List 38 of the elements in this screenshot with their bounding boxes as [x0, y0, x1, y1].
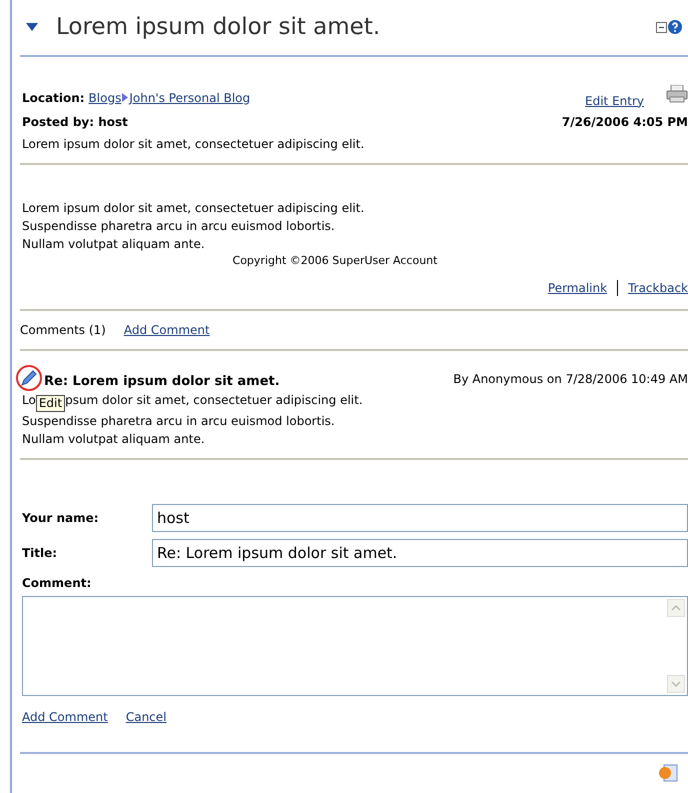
comment-title: Re: Lorem ipsum dolor sit amet. [44, 372, 280, 390]
printer-icon[interactable] [666, 84, 688, 102]
comment-text: psum dolor sit amet, consectetuer adipiscing elit. [65, 392, 363, 409]
text-field[interactable]: host [152, 504, 688, 532]
location-label: Location: [22, 90, 85, 106]
field-label: Your name: [22, 510, 100, 527]
post-text: Nullam volutpat aliquam ante. [22, 236, 206, 252]
trackback-link[interactable]: Trackback [628, 279, 688, 297]
breadcrumb-arrow-icon [122, 93, 128, 102]
edit-entry-link[interactable]: Edit Entry [585, 92, 644, 110]
post-text: Lorem ipsum dolor sit amet, consectetuer adipiscing elit. [22, 200, 366, 216]
posted-by: Posted by: host [22, 114, 128, 130]
pencil-icon [20, 369, 38, 387]
field-label: Title: [22, 545, 58, 562]
copyright-text: Copyright ©2006 SuperUser Account [232, 252, 438, 268]
comment-label: Comment: [22, 575, 92, 592]
comment-byline: By Anonymous on 7/28/2006 10:49 AM [453, 371, 688, 388]
comment-text: Suspendisse pharetra arcu in arcu euismod lobortis. [22, 413, 336, 430]
minimize-icon[interactable] [656, 22, 667, 33]
breadcrumb-link[interactable]: John's Personal Blog [129, 88, 250, 106]
cancel-link[interactable]: Cancel [126, 708, 166, 726]
edit-tooltip: Edit [36, 395, 66, 412]
help-icon[interactable] [668, 20, 682, 34]
post-title: Lorem ipsum dolor sit amet. [56, 13, 380, 42]
comments-count: Comments (1) [20, 322, 106, 339]
breadcrumb-link[interactable]: Blogs [88, 88, 122, 106]
rss-feed-icon[interactable] [658, 764, 678, 782]
add-comment-link[interactable]: Add Comment [124, 321, 210, 339]
post-date: 7/26/2006 4:05 PM [562, 114, 688, 130]
add-comment-link[interactable]: Add Comment [22, 708, 108, 726]
edit-button[interactable] [16, 365, 42, 391]
text-field[interactable]: Re: Lorem ipsum dolor sit amet. [152, 539, 688, 567]
comment-text: Nullam volutpat aliquam ante. [22, 431, 206, 448]
permalink-link[interactable]: Permalink [548, 279, 608, 297]
post-summary: Lorem ipsum dolor sit amet, consectetuer adipiscing elit. [22, 136, 366, 152]
collapse-icon[interactable] [26, 23, 38, 32]
post-text: Suspendisse pharetra arcu in arcu euismod lobortis. [22, 218, 336, 234]
comment-text: Lo [22, 392, 36, 409]
